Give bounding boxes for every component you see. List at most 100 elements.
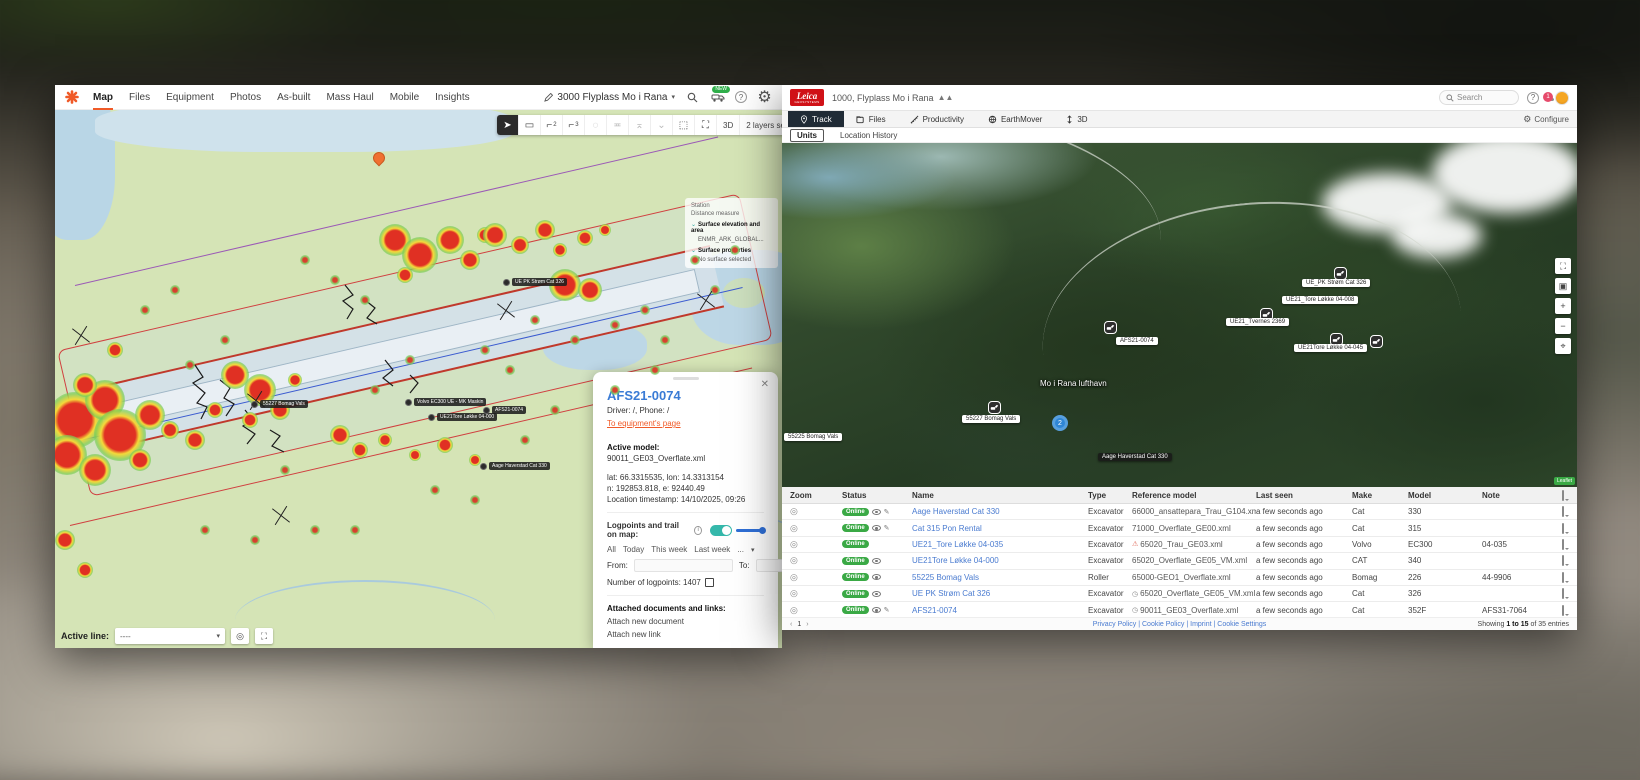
excavator-map-icon[interactable] [988, 401, 1001, 414]
unit-map-label[interactable]: AFS21-0074 [1116, 337, 1158, 345]
unit-map-label[interactable]: UE_PK Strøm Cat 326 [1302, 279, 1370, 287]
cross-section-tool-button[interactable]: ≖ [607, 115, 629, 135]
to-date-input[interactable] [756, 559, 782, 572]
unit-name-link[interactable]: AFS21-0074 [912, 606, 1088, 615]
unit-name-link[interactable]: UE PK Strøm Cat 326 [912, 589, 1088, 598]
zoom-out-button[interactable]: − [1555, 318, 1571, 334]
slope-down-tool-button[interactable]: ⌄ [651, 115, 673, 135]
unit-map-label[interactable]: UE21_Tore Løkke 04-008 [1282, 296, 1358, 304]
machine-marker[interactable]: 55227 Bomag Vals [251, 400, 308, 408]
zoom-to-unit-icon[interactable]: ◎ [790, 539, 842, 550]
edit-icon[interactable]: ✎ [884, 606, 890, 614]
left-tab-as-built[interactable]: As-built [277, 85, 310, 110]
filter-thisweek[interactable]: This week [651, 545, 687, 554]
zoom-to-unit-icon[interactable]: ◎ [790, 605, 842, 616]
unit-map-label[interactable]: Aage Haverstad Cat 330 [1098, 453, 1172, 461]
tab-productivity[interactable]: Productivity [898, 111, 976, 127]
logpoints-toggle[interactable] [710, 525, 732, 536]
left-tab-mobile[interactable]: Mobile [390, 85, 419, 110]
zoom-to-unit-icon[interactable]: ◎ [790, 523, 842, 534]
attach-link-link[interactable]: Attach new link [607, 630, 764, 639]
zoom-to-unit-icon[interactable]: ◎ [790, 572, 842, 583]
visibility-eye-icon[interactable] [872, 591, 881, 597]
unit-name-link[interactable]: 55225 Bomag Vals [912, 573, 1088, 582]
expand-map-button[interactable]: ⛶ [1555, 258, 1571, 274]
drag-handle[interactable] [673, 377, 699, 380]
search-icon[interactable] [685, 90, 700, 105]
polyline-2-tool-button[interactable]: ⌐2 [541, 115, 563, 135]
zoom-to-unit-icon[interactable]: ◎ [790, 588, 842, 599]
chevron-down-icon[interactable]: ⌄ [691, 248, 696, 254]
table-row[interactable]: ◎Online55225 Bomag ValsRoller65000-GEO1_… [782, 570, 1577, 586]
table-row[interactable]: ◎Online✎Aage Haverstad Cat 330Excavator6… [782, 504, 1577, 520]
active-line-select[interactable]: ----▾ [115, 628, 225, 644]
chat-icon[interactable] [1562, 506, 1564, 517]
surface-properties-title[interactable]: Surface properties [698, 248, 751, 254]
slope-up-tool-button[interactable]: ⌅ [629, 115, 651, 135]
configure-button[interactable]: ⚙ Configure [1523, 111, 1569, 128]
subtab-units[interactable]: Units [790, 129, 824, 142]
footer-link-imprint[interactable]: Imprint [1190, 621, 1211, 628]
left-tab-mass-haul[interactable]: Mass Haul [326, 85, 373, 110]
select-area-tool-button[interactable]: ⬚ [673, 115, 695, 135]
filter-lastweek[interactable]: Last week [694, 545, 730, 554]
visibility-eye-icon[interactable] [872, 558, 881, 564]
chat-icon[interactable] [1562, 588, 1564, 599]
polyline-3-tool-button[interactable]: ⌐3 [563, 115, 585, 135]
mode-3d-button[interactable]: 3D [717, 115, 740, 135]
locate-button[interactable]: ◎ [231, 628, 249, 644]
surface-elevation-title[interactable]: Surface elevation and area [691, 222, 760, 234]
left-tab-equipment[interactable]: Equipment [166, 85, 214, 110]
chat-icon[interactable] [1562, 539, 1564, 550]
edit-icon[interactable]: ✎ [884, 508, 890, 516]
unit-name-link[interactable]: UE21_Tore Løkke 04-035 [912, 540, 1088, 549]
visibility-eye-icon[interactable] [872, 574, 881, 580]
left-map-canvas[interactable]: ➤ ▭ ⌐2 ⌐3 ◌ ≖ ⌅ ⌄ ⬚ ⛶ 3D 2 layers select… [55, 110, 782, 648]
measure-rect-tool-button[interactable]: ▭ [519, 115, 541, 135]
left-tab-map[interactable]: Map [93, 85, 113, 110]
pointer-tool-button[interactable]: ➤ [497, 115, 519, 135]
equipment-notification-icon[interactable]: NEW [710, 90, 725, 105]
zoom-to-unit-icon[interactable]: ◎ [790, 555, 842, 566]
project-selector[interactable]: 3000 Flyplass Mo i Rana ▾ [544, 92, 675, 103]
edit-icon[interactable]: ✎ [884, 524, 890, 532]
unit-map-label[interactable]: UE21_Tvernes 2369 [1226, 318, 1289, 326]
chat-icon[interactable] [1562, 572, 1564, 583]
machine-marker[interactable]: Volvo EC300 UE - MK Maskin [405, 398, 486, 406]
unit-map-label[interactable]: UE21Tore Løkke 04-045 [1294, 344, 1367, 352]
footer-link-cookie-settings[interactable]: Cookie Settings [1217, 621, 1266, 628]
measure-button[interactable]: ⌖ [1555, 338, 1571, 354]
excavator-map-icon[interactable] [1104, 321, 1117, 334]
left-tab-photos[interactable]: Photos [230, 85, 261, 110]
tab-files[interactable]: Files [844, 111, 898, 127]
chat-icon[interactable] [1562, 555, 1564, 566]
machine-marker[interactable]: Aage Haverstad Cat 330 [480, 462, 550, 470]
chat-icon[interactable] [1562, 605, 1564, 616]
filter-today[interactable]: Today [623, 545, 644, 554]
footer-link-privacy-policy[interactable]: Privacy Policy [1093, 621, 1137, 628]
left-tab-insights[interactable]: Insights [435, 85, 469, 110]
info-icon[interactable]: i [694, 526, 702, 535]
unit-map-label[interactable]: 55225 Bomag Vals [784, 433, 842, 441]
table-row[interactable]: ◎OnlineUE21Tore Løkke 04-000Excavator650… [782, 553, 1577, 569]
footer-link-cookie-policy[interactable]: Cookie Policy [1142, 621, 1184, 628]
tab-earthmover[interactable]: EarthMover [976, 111, 1054, 127]
excavator-map-icon[interactable] [1370, 335, 1383, 348]
layers-button[interactable]: ▣ [1555, 278, 1571, 294]
table-row[interactable]: ◎OnlineUE21_Tore Løkke 04-035Excavator⚠6… [782, 537, 1577, 553]
subtab-location-history[interactable]: Location History [834, 130, 903, 141]
help-icon[interactable]: ? [735, 91, 747, 103]
tab-3d[interactable]: 3D [1054, 111, 1099, 127]
map-pin[interactable] [371, 150, 388, 167]
attach-document-link[interactable]: Attach new document [607, 617, 764, 626]
unit-name-link[interactable]: Cat 315 Pon Rental [912, 524, 1088, 533]
unit-name-link[interactable]: Aage Haverstad Cat 330 [912, 507, 1088, 516]
filter-[interactable]: ... [737, 545, 744, 554]
pagination[interactable]: ‹ 1 › [790, 621, 809, 628]
table-row[interactable]: ◎Online✎Cat 315 Pon RentalExcavator71000… [782, 520, 1577, 536]
layers-dropdown[interactable]: 2 layers selected ▾ [740, 115, 782, 135]
visibility-eye-icon[interactable] [872, 509, 881, 515]
zoom-in-button[interactable]: + [1555, 298, 1571, 314]
table-row[interactable]: ◎OnlineUE PK Strøm Cat 326Excavator◷6502… [782, 586, 1577, 602]
table-row[interactable]: ◎Online✎AFS21-0074Excavator◷90011_GE03_O… [782, 602, 1577, 617]
